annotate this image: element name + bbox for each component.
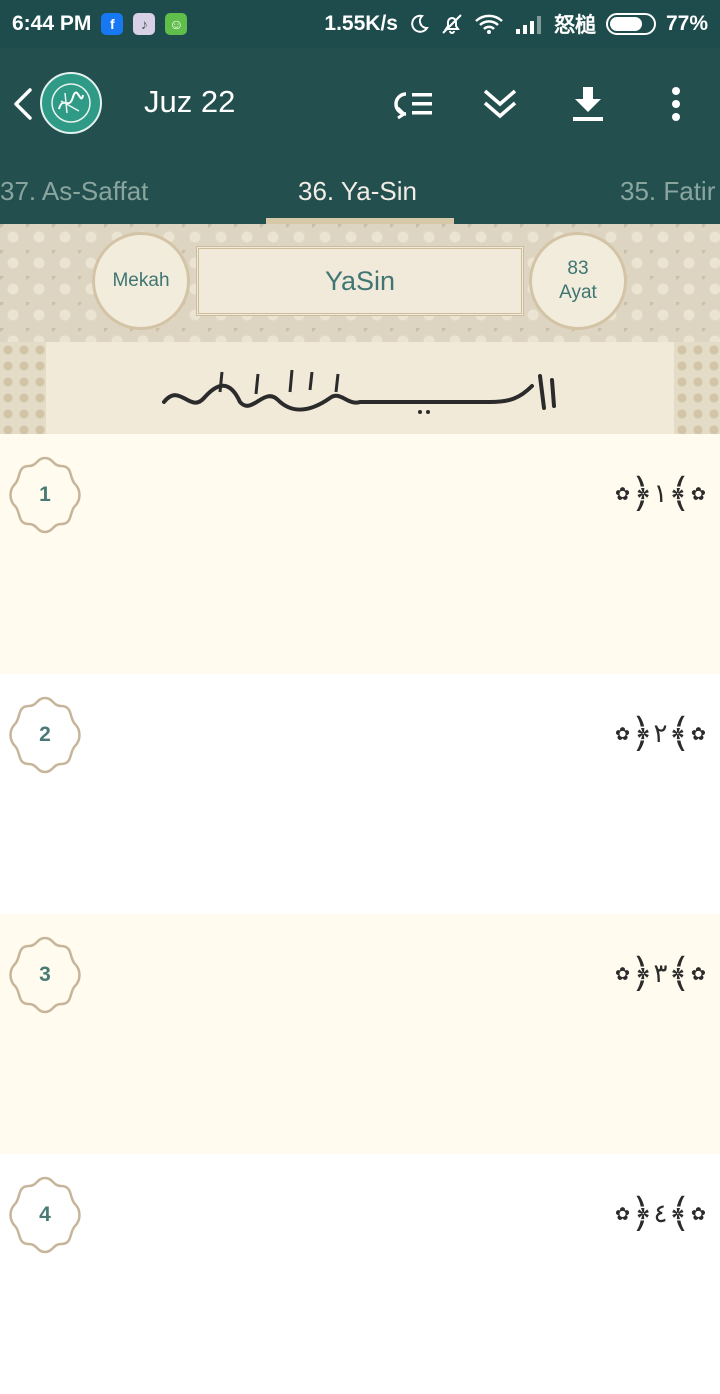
double-chevron-down-icon [483,89,517,119]
ayah-number-badge[interactable]: 3 [9,934,81,1016]
calligraphy-logo-icon [51,83,91,123]
revelation-medallion: Mekah [92,232,190,330]
ayah-number: 3 [39,963,51,986]
goto-verse-icon [394,92,432,120]
quran-logo[interactable] [40,72,102,134]
surah-name-plate: YaSin [196,246,524,316]
ayah-row[interactable]: 1 ✿ ﴿ ١ ﴾ ✿ [0,434,720,674]
ayah-row[interactable]: 4 ✿ ﴿ ٤ ﴾ ✿ [0,1154,720,1394]
flower-ornament-icon: ✿ [690,483,706,505]
ayah-number-badge[interactable]: 4 [9,1174,81,1256]
ayah-arabic-number: ٣ [653,959,668,989]
flower-ornament-icon: ✿ [614,723,631,745]
carrier-label: 怒槌 [553,14,596,37]
ayah-arabic-number: ١ [653,479,668,509]
back-arrow-icon [14,88,32,120]
network-speed: 1.55K/s [324,12,398,35]
tab-as-saffat[interactable]: 37. As-Saffat [0,176,148,207]
ayat-label: Ayat [559,282,597,303]
page-title: Juz 22 [144,84,236,119]
bismillah-calligraphy [162,369,556,414]
flower-ornament-icon: ✿ [614,963,631,985]
download-button[interactable] [564,80,612,128]
wifi-icon [474,13,504,35]
ayah-number-badge[interactable]: 1 [9,454,81,536]
battery-icon [605,13,656,35]
ayah-number-badge[interactable]: 2 [9,694,81,776]
app-toolbar: Juz 22 [0,48,720,160]
ayah-end-marker: ✿ ﴿ ٤ ﴾ ✿ [614,1191,706,1237]
battery-fill [609,17,643,31]
facebook-icon: f [101,13,124,35]
revelation-place: Mekah [112,270,170,291]
moon-icon [408,13,430,35]
ayah-number: 4 [39,1203,51,1226]
ayah-end-marker: ✿ ﴿ ١ ﴾ ✿ [614,471,706,517]
ayah-end-marker: ✿ ﴿ ٢ ﴾ ✿ [614,711,706,757]
flower-ornament-icon: ✿ [614,483,631,505]
corner-ornament-right [674,342,720,434]
flower-ornament-icon: ✿ [690,963,706,985]
status-bar: 6:44 PM f ♪ ☺ 1.55K/s 怒槌 77% [0,0,720,48]
battery-percent: 77% [665,12,708,35]
back-button[interactable] [8,84,40,124]
ayat-count: 83 [567,258,589,279]
more-options-button[interactable] [652,80,700,128]
ayah-number: 1 [39,483,51,506]
more-vert-icon [672,87,680,121]
tab-ya-sin[interactable]: 36. Ya-Sin [298,176,417,207]
signal-icon [514,13,544,35]
ayah-row[interactable]: 2 ✿ ﴿ ٢ ﴾ ✿ [0,674,720,914]
flower-ornament-icon: ✿ [690,723,706,745]
ayah-number: 2 [39,723,51,746]
ayat-count-medallion: 83 Ayat [529,232,627,330]
flower-ornament-icon: ✿ [690,1203,706,1225]
tiktok-icon: ♪ [133,13,156,35]
ayah-row[interactable]: 3 ✿ ﴿ ٣ ﴾ ✿ [0,914,720,1154]
scroll-down-button[interactable] [476,80,524,128]
surah-header: Mekah YaSin 83 Ayat [0,224,720,434]
surah-tabs: 37. As-Saffat 36. Ya-Sin 35. Fatir [0,160,720,224]
corner-ornament-left [0,342,46,434]
ayah-arabic-number: ٢ [653,719,668,749]
status-time: 6:44 PM [12,12,92,35]
surah-name: YaSin [324,265,396,296]
download-icon [573,87,603,121]
goto-verse-button[interactable] [388,80,436,128]
ayah-list: 1 ✿ ﴿ ١ ﴾ ✿ 2 ✿ ﴿ ٢ ﴾ ✿ 3 ✿ ﴿ ٣ ﴾ ✿ 4 ✿ … [0,434,720,1394]
ayah-end-marker: ✿ ﴿ ٣ ﴾ ✿ [614,951,706,997]
tab-fatir[interactable]: 35. Fatir [620,176,715,207]
android-icon: ☺ [165,13,188,35]
flower-ornament-icon: ✿ [614,1203,631,1225]
ayah-arabic-number: ٤ [653,1199,668,1229]
bismillah-band [0,342,720,434]
bell-off-icon [440,12,464,36]
